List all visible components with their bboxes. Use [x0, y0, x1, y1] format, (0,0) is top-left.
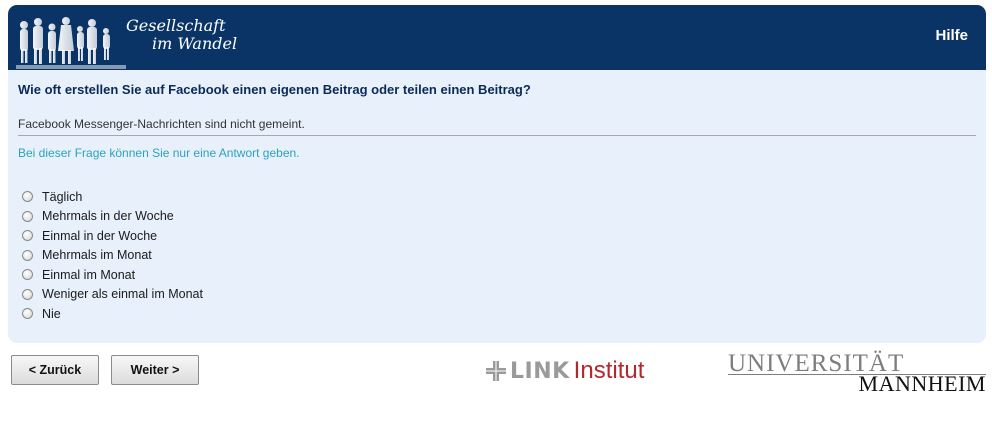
answer-options: Täglich Mehrmals in der Woche Einmal in … — [22, 187, 203, 324]
uni-line-2: MANNHEIM — [858, 371, 986, 396]
option-label: Weniger als einmal im Monat — [42, 287, 203, 302]
brand-line-2: im Wandel — [152, 34, 238, 53]
option-einmal-monat[interactable]: Einmal im Monat — [22, 265, 203, 285]
option-label: Täglich — [42, 189, 83, 204]
help-link[interactable]: Hilfe — [935, 27, 968, 44]
back-button[interactable]: < Zurück — [11, 355, 99, 385]
option-mehrmals-woche[interactable]: Mehrmals in der Woche — [22, 207, 203, 227]
question-panel: Wie oft erstellen Sie auf Facebook einen… — [8, 70, 986, 343]
option-weniger-monat[interactable]: Weniger als einmal im Monat — [22, 285, 203, 305]
radio-button[interactable] — [22, 269, 33, 281]
radio-button[interactable] — [22, 230, 33, 242]
radio-button[interactable] — [22, 288, 33, 300]
option-label: Einmal in der Woche — [42, 228, 158, 243]
option-mehrmals-monat[interactable]: Mehrmals im Monat — [22, 246, 203, 266]
answer-hint: Bei dieser Frage können Sie nur eine Ant… — [18, 146, 300, 160]
option-nie[interactable]: Nie — [22, 304, 203, 324]
header-bar: Gesellschaft im Wandel Hilfe — [8, 5, 986, 70]
people-silhouette-icon — [16, 17, 126, 69]
next-button[interactable]: Weiter > — [111, 355, 199, 385]
option-label: Mehrmals in der Woche — [42, 209, 174, 224]
option-label: Einmal im Monat — [42, 267, 136, 282]
option-taeglich[interactable]: Täglich — [22, 187, 203, 207]
question-text: Wie oft erstellen Sie auf Facebook einen… — [18, 82, 531, 97]
radio-button[interactable] — [22, 308, 33, 320]
option-label: Nie — [42, 306, 61, 321]
radio-button[interactable] — [22, 249, 33, 261]
link-wordmark: LINK — [510, 358, 570, 384]
link-institut-text: Institut — [573, 357, 645, 384]
link-institut-logo: LINK Institut — [486, 356, 644, 386]
brand-title: Gesellschaft im Wandel — [126, 17, 237, 53]
option-label: Mehrmals im Monat — [42, 248, 152, 263]
cross-icon — [486, 361, 506, 381]
brand-line-1: Gesellschaft — [126, 16, 226, 35]
radio-button[interactable] — [22, 210, 33, 222]
radio-button[interactable] — [22, 191, 33, 203]
uni-mannheim-logo: UNIVERSITÄT MANNHEIM — [728, 350, 986, 396]
question-note: Facebook Messenger-Nachrichten sind nich… — [18, 117, 305, 131]
brand-logo: Gesellschaft im Wandel — [16, 13, 256, 69]
option-einmal-woche[interactable]: Einmal in der Woche — [22, 226, 203, 246]
divider — [18, 135, 976, 136]
